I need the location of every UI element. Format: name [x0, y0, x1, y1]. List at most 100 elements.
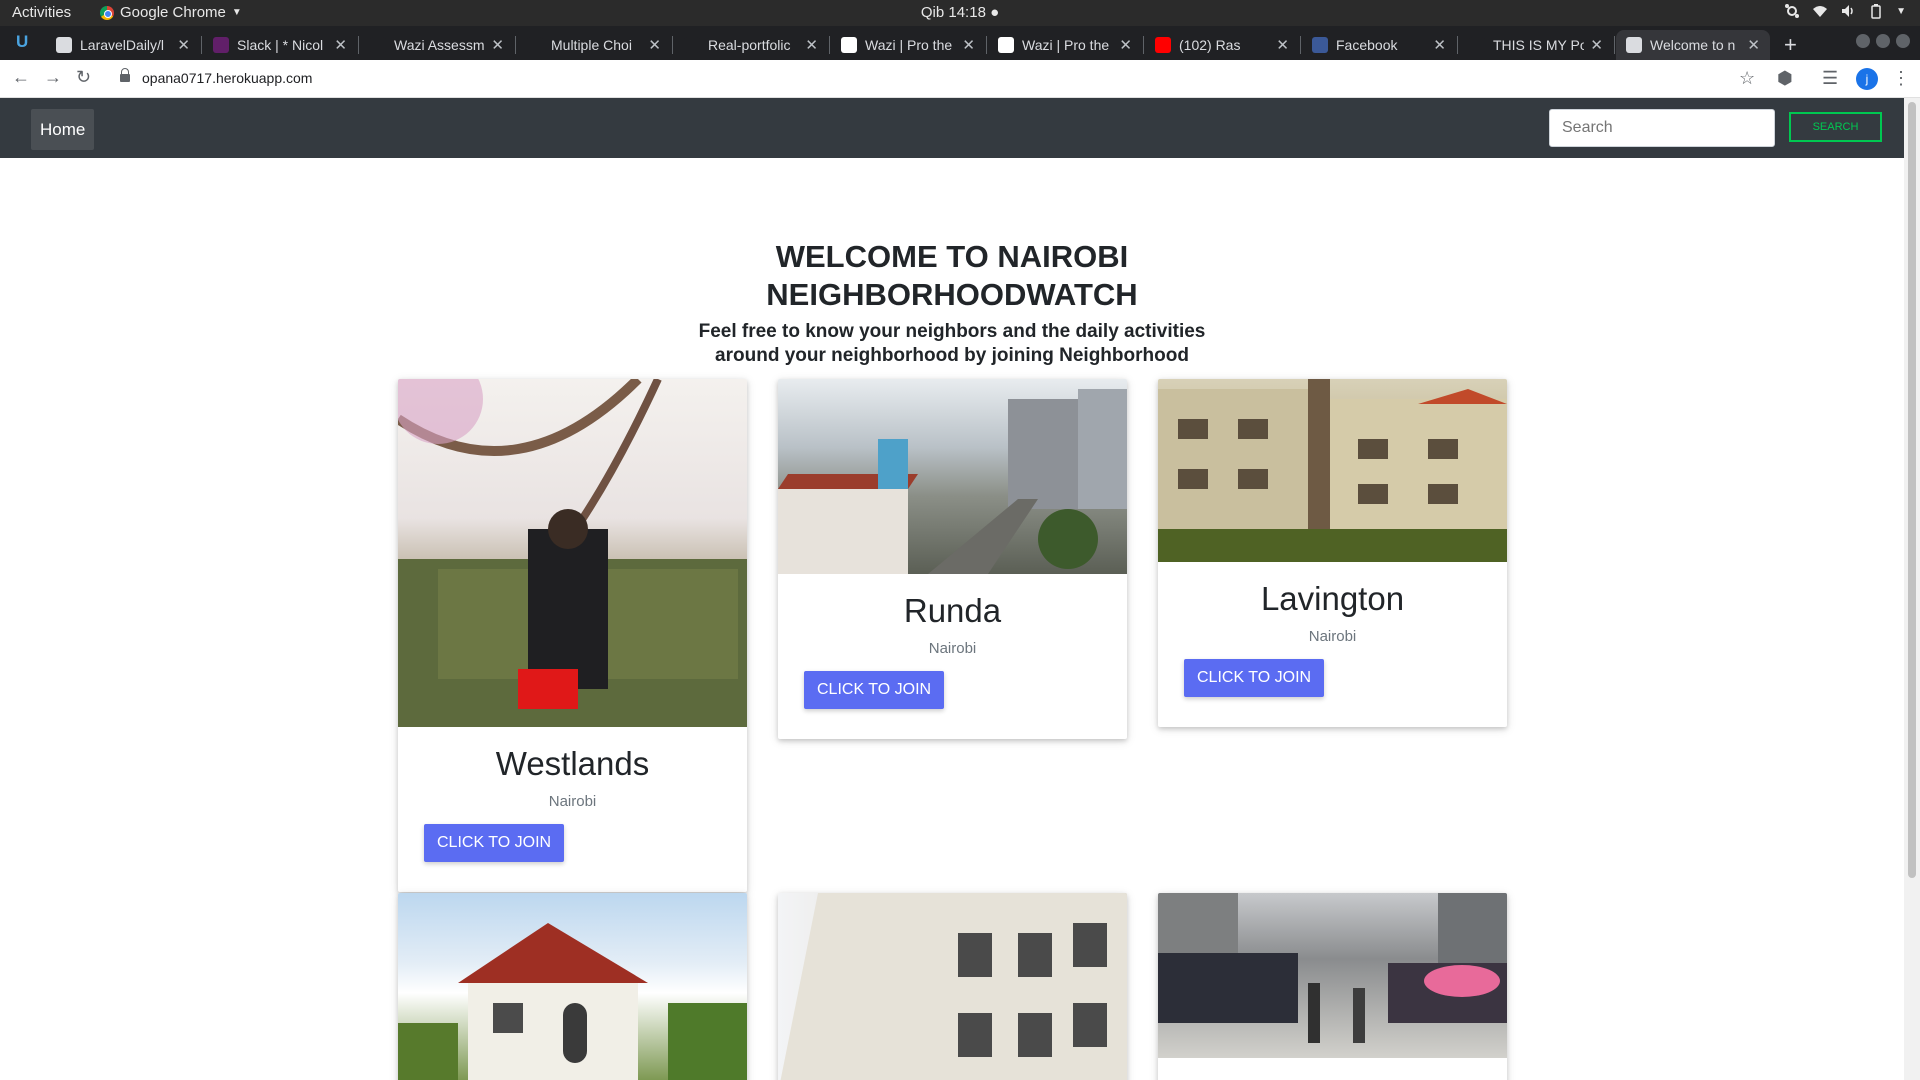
neighborhood-card: [398, 893, 747, 1080]
tab-separator: [1457, 36, 1458, 54]
villa-house-photo: [398, 923, 747, 1080]
app-launcher-icon[interactable]: U: [16, 32, 28, 52]
youtube-icon: [1155, 37, 1171, 53]
neighborhood-card: Lavington Nairobi CLICK TO JOIN: [1158, 379, 1507, 727]
tab-separator: [515, 36, 516, 54]
tab-title: Wazi | Pro the: [865, 37, 953, 53]
blank-icon: [370, 37, 386, 53]
neighborhood-card: Runda Nairobi CLICK TO JOIN: [778, 379, 1127, 739]
browser-tab[interactable]: (102) Ras ✕: [1145, 30, 1299, 60]
close-tab-icon[interactable]: ✕: [648, 36, 661, 54]
system-tray[interactable]: ▼: [1784, 3, 1906, 19]
media-controls-icon[interactable]: ☰: [1822, 68, 1838, 89]
maximize-icon[interactable]: [1876, 34, 1890, 48]
profile-avatar[interactable]: j: [1856, 68, 1878, 90]
close-tab-icon[interactable]: ✕: [962, 36, 975, 54]
search-button[interactable]: Search: [1789, 112, 1882, 142]
forward-icon[interactable]: →: [44, 67, 62, 88]
neighborhood-city: Nairobi: [1308, 628, 1357, 645]
neighborhood-card: [1158, 893, 1507, 1080]
github-icon: [56, 37, 72, 53]
facebook-icon: [1312, 37, 1328, 53]
menu-dots-icon[interactable]: ⋮: [1892, 68, 1910, 89]
neighborhood-photo: [778, 379, 1127, 574]
close-tab-icon[interactable]: ✕: [334, 36, 347, 54]
tab-title: THIS IS MY Po: [1493, 37, 1585, 53]
page-scrollbar[interactable]: [1904, 98, 1920, 1080]
doc-icon: [998, 37, 1014, 53]
back-icon[interactable]: ←: [12, 67, 30, 88]
doc-icon: [841, 37, 857, 53]
browser-tab[interactable]: Wazi Assessm ✕: [360, 30, 514, 60]
tab-title: Welcome to n: [1650, 37, 1736, 53]
blank-icon: [684, 37, 700, 53]
browser-tab[interactable]: LaravelDaily/l ✕: [46, 30, 200, 60]
extension-icon[interactable]: ⬢: [1777, 68, 1793, 89]
bookmark-star-icon[interactable]: ☆: [1739, 68, 1755, 89]
browser-toolbar: ← → ↻ opana0717.herokuapp.com ☆ ⬢ ☰ j ⋮: [0, 60, 1920, 98]
tab-separator: [672, 36, 673, 54]
neighborhood-name: Runda: [903, 592, 1002, 629]
address-bar[interactable]: opana0717.herokuapp.com: [112, 63, 1772, 95]
man-with-backpack-photo: [398, 379, 747, 727]
new-tab-button[interactable]: +: [1784, 32, 1797, 58]
tab-title: Wazi | Pro the: [1022, 37, 1110, 53]
close-window-icon[interactable]: [1896, 34, 1910, 48]
close-tab-icon[interactable]: ✕: [1590, 36, 1603, 54]
tab-title: Multiple Choi: [551, 37, 632, 53]
neighborhood-photo: [398, 893, 747, 1080]
nav-home-link[interactable]: Home: [31, 109, 95, 150]
clock[interactable]: Qib 14:18 ●: [0, 4, 1920, 21]
browser-tab[interactable]: Wazi | Pro the ✕: [831, 30, 985, 60]
tab-title: Facebook: [1336, 37, 1398, 53]
apartment-block-photo: [780, 893, 1127, 1080]
join-button[interactable]: CLICK TO JOIN: [1184, 659, 1325, 697]
close-tab-icon[interactable]: ✕: [805, 36, 818, 54]
network-share-icon: [1785, 4, 1800, 18]
close-tab-icon[interactable]: ✕: [491, 36, 504, 54]
neighborhood-card: [778, 893, 1127, 1080]
browser-tab[interactable]: Multiple Choi ✕: [517, 30, 671, 60]
tab-separator: [986, 36, 987, 54]
close-tab-icon[interactable]: ✕: [1276, 36, 1289, 54]
neighborhood-photo: [1158, 379, 1507, 562]
url-text[interactable]: opana0717.herokuapp.com: [142, 70, 312, 86]
join-button[interactable]: CLICK TO JOIN: [804, 671, 945, 709]
os-top-bar: Activities Google Chrome ▼ Qib 14:18 ● ▼: [0, 0, 1920, 26]
tab-strip: U LaravelDaily/l ✕ Slack | * Nicol ✕ Wazi As…: [0, 26, 1920, 60]
apartment-building-photo: [1158, 379, 1507, 562]
close-tab-icon[interactable]: ✕: [1747, 36, 1760, 54]
tab-title: (102) Ras: [1179, 37, 1241, 53]
lock-icon[interactable]: [120, 68, 130, 82]
minimize-icon[interactable]: [1856, 34, 1870, 48]
tab-separator: [829, 36, 830, 54]
browser-tab[interactable]: Wazi | Pro the ✕: [988, 30, 1142, 60]
globe-icon: [1626, 37, 1642, 53]
browser-tab[interactable]: THIS IS MY Po ✕: [1459, 30, 1613, 60]
browser-tab[interactable]: Welcome to n ✕: [1616, 30, 1770, 60]
neighborhood-photo: [398, 379, 747, 727]
search-input[interactable]: [1549, 109, 1775, 147]
page-title: WELCOME TO NAIROBI NEIGHBORHOODWATCH: [766, 239, 1138, 312]
city-street-aerial-photo: [778, 389, 1127, 574]
neighborhood-city: Nairobi: [928, 640, 977, 657]
tab-title: Real-portfolic: [708, 37, 791, 53]
close-tab-icon[interactable]: ✕: [1433, 36, 1446, 54]
browser-tab[interactable]: Slack | * Nicol ✕: [203, 30, 357, 60]
close-tab-icon[interactable]: ✕: [1119, 36, 1132, 54]
neighborhood-card: Westlands Nairobi CLICK TO JOIN: [398, 379, 747, 892]
reload-icon[interactable]: ↻: [76, 67, 91, 88]
browser-tab[interactable]: Real-portfolic ✕: [674, 30, 828, 60]
slack-icon: [213, 37, 229, 53]
scrollbar-thumb[interactable]: [1908, 102, 1916, 878]
tab-title: Wazi Assessm: [394, 37, 485, 53]
close-tab-icon[interactable]: ✕: [177, 36, 190, 54]
neighborhood-name: Lavington: [1260, 580, 1405, 617]
tab-separator: [1614, 36, 1615, 54]
site-navbar: Home Search: [0, 98, 1904, 158]
join-button[interactable]: CLICK TO JOIN: [424, 824, 565, 862]
battery-icon: [1871, 4, 1881, 19]
neighborhood-photo: [778, 893, 1127, 1080]
tab-separator: [1300, 36, 1301, 54]
browser-tab[interactable]: Facebook ✕: [1302, 30, 1456, 60]
